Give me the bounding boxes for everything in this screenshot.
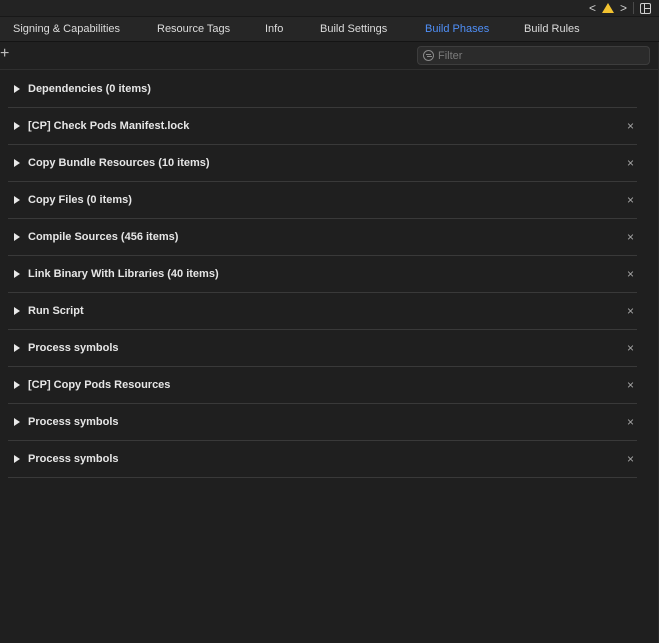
- filter-icon: [423, 50, 434, 61]
- remove-phase-close-icon[interactable]: ×: [627, 256, 634, 292]
- phase-label: Process symbols: [28, 453, 119, 465]
- phase-label: [CP] Copy Pods Resources: [28, 379, 171, 391]
- phase-label: [CP] Check Pods Manifest.lock: [28, 120, 190, 132]
- phase-row-compile-sources[interactable]: Compile Sources (456 items) ×: [8, 219, 637, 256]
- disclosure-triangle-icon[interactable]: [14, 455, 20, 463]
- phase-label: Compile Sources (456 items): [28, 231, 179, 243]
- disclosure-triangle-icon[interactable]: [14, 196, 20, 204]
- phase-label: Process symbols: [28, 416, 119, 428]
- phase-row-dependencies[interactable]: Dependencies (0 items): [8, 71, 637, 108]
- phase-label: Dependencies (0 items): [28, 83, 151, 95]
- disclosure-triangle-icon[interactable]: [14, 381, 20, 389]
- back-chevron-icon[interactable]: <: [589, 1, 596, 15]
- phase-row-copy-files[interactable]: Copy Files (0 items) ×: [8, 182, 637, 219]
- editor-layout-icon[interactable]: [640, 2, 651, 14]
- window-topbar: < >: [0, 0, 659, 16]
- filter-input[interactable]: [438, 49, 638, 62]
- phase-row-check-pods-manifest[interactable]: [CP] Check Pods Manifest.lock ×: [8, 108, 637, 145]
- tab-info[interactable]: Info: [265, 17, 283, 41]
- phase-label: Run Script: [28, 305, 84, 317]
- disclosure-triangle-icon[interactable]: [14, 233, 20, 241]
- phase-label: Copy Files (0 items): [28, 194, 132, 206]
- disclosure-triangle-icon[interactable]: [14, 344, 20, 352]
- build-phases-list: Dependencies (0 items) [CP] Check Pods M…: [8, 71, 637, 478]
- disclosure-triangle-icon[interactable]: [14, 85, 20, 93]
- phase-label: Process symbols: [28, 342, 119, 354]
- phase-row-copy-bundle-resources[interactable]: Copy Bundle Resources (10 items) ×: [8, 145, 637, 182]
- phase-row-process-symbols[interactable]: Process symbols ×: [8, 404, 637, 441]
- disclosure-triangle-icon[interactable]: [14, 122, 20, 130]
- remove-phase-close-icon[interactable]: ×: [627, 108, 634, 144]
- remove-phase-close-icon[interactable]: ×: [627, 293, 634, 329]
- tab-build-rules[interactable]: Build Rules: [524, 17, 580, 41]
- phase-row-run-script[interactable]: Run Script ×: [8, 293, 637, 330]
- remove-phase-close-icon[interactable]: ×: [627, 219, 634, 255]
- tab-build-phases[interactable]: Build Phases: [425, 17, 489, 41]
- tab-resource-tags[interactable]: Resource Tags: [157, 17, 230, 41]
- disclosure-triangle-icon[interactable]: [14, 270, 20, 278]
- phase-row-process-symbols[interactable]: Process symbols ×: [8, 441, 637, 478]
- phase-label: Link Binary With Libraries (40 items): [28, 268, 219, 280]
- disclosure-triangle-icon[interactable]: [14, 307, 20, 315]
- phase-label: Copy Bundle Resources (10 items): [28, 157, 210, 169]
- warning-triangle-icon[interactable]: [601, 3, 614, 13]
- filter-field[interactable]: [417, 46, 650, 65]
- phase-row-process-symbols[interactable]: Process symbols ×: [8, 330, 637, 367]
- tab-signing-capabilities[interactable]: Signing & Capabilities: [13, 17, 120, 41]
- remove-phase-close-icon[interactable]: ×: [627, 441, 634, 477]
- disclosure-triangle-icon[interactable]: [14, 159, 20, 167]
- disclosure-triangle-icon[interactable]: [14, 418, 20, 426]
- remove-phase-close-icon[interactable]: ×: [627, 367, 634, 403]
- phase-row-link-binary[interactable]: Link Binary With Libraries (40 items) ×: [8, 256, 637, 293]
- add-phase-button[interactable]: +: [0, 46, 9, 62]
- tab-build-settings[interactable]: Build Settings: [320, 17, 387, 41]
- remove-phase-close-icon[interactable]: ×: [627, 330, 634, 366]
- editor-tab-bar: Signing & Capabilities Resource Tags Inf…: [0, 16, 659, 42]
- remove-phase-close-icon[interactable]: ×: [627, 182, 634, 218]
- remove-phase-close-icon[interactable]: ×: [627, 145, 634, 181]
- remove-phase-close-icon[interactable]: ×: [627, 404, 634, 440]
- forward-chevron-icon[interactable]: >: [620, 1, 627, 15]
- toolbar-divider: [633, 2, 634, 14]
- phases-toolbar: +: [0, 42, 659, 70]
- phase-row-copy-pods-resources[interactable]: [CP] Copy Pods Resources ×: [8, 367, 637, 404]
- navigation-controls: < >: [589, 0, 651, 16]
